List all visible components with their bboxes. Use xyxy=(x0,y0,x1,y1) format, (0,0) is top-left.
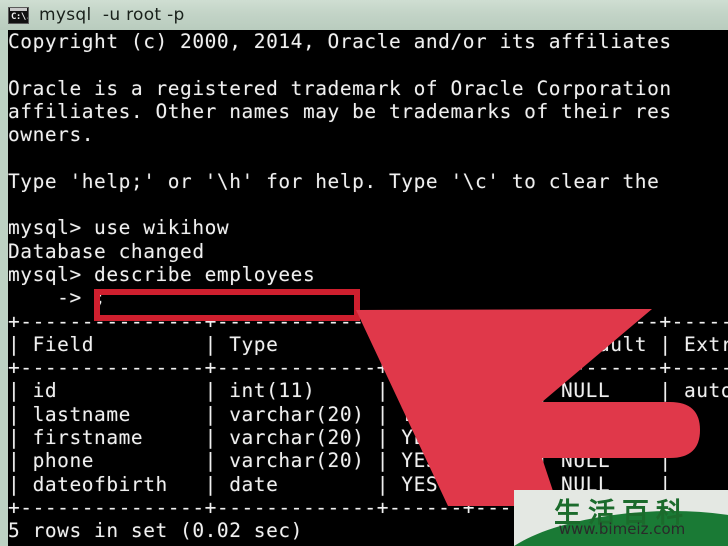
window-title-text: mysql -u root -p xyxy=(39,5,185,25)
window-title-bar[interactable]: C:\. mysql -u root -p xyxy=(0,0,728,30)
watermark-url: www.bimeiz.com xyxy=(558,520,686,538)
terminal-text: Copyright (c) 2000, 2014, Oracle and/or … xyxy=(8,30,728,543)
console-icon-prompt-glyph: C:\. xyxy=(11,11,29,22)
console-icon-titlestrip xyxy=(10,7,27,11)
command-highlight-box xyxy=(94,289,360,321)
screenshot-root: C:\. mysql -u root -p Copyright (c) 2000… xyxy=(0,0,728,546)
terminal-output-area[interactable]: Copyright (c) 2000, 2014, Oracle and/or … xyxy=(8,30,728,546)
console-window-icon: C:\. xyxy=(8,6,29,24)
site-watermark: 生活百科 www.bimeiz.com xyxy=(514,490,728,546)
